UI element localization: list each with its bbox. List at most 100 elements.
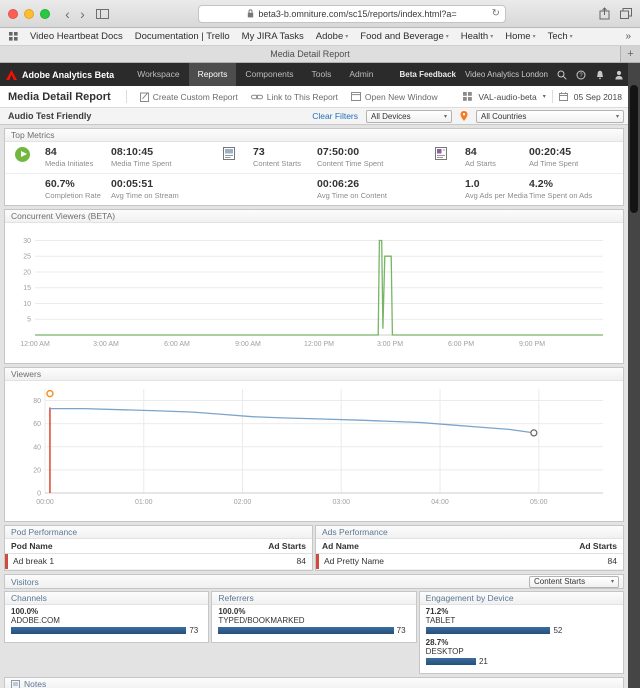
web-page: Adobe Analytics Beta Workspace Reports C… bbox=[0, 63, 640, 688]
svg-text:9:00 AM: 9:00 AM bbox=[235, 341, 261, 348]
close-window-button[interactable] bbox=[8, 8, 18, 19]
create-custom-report-button[interactable]: Create Custom Report bbox=[139, 92, 238, 102]
device-filter-select[interactable]: All Devices ▾ bbox=[366, 109, 452, 123]
concurrent-viewers-chart: 5 10 15 20 25 30 12:00 AM 3:00 AM 6:00 AM 9:00 AM… bbox=[20, 238, 603, 348]
note-icon bbox=[11, 679, 20, 688]
engagement-by-device-panel: Engagement by Device 71.2% TABLET 52 28.… bbox=[418, 591, 624, 674]
minimize-window-button[interactable] bbox=[24, 8, 34, 19]
chevron-down-icon: ▾ bbox=[445, 34, 449, 40]
user-icon[interactable] bbox=[614, 70, 624, 80]
nav-reports[interactable]: Reports bbox=[188, 63, 237, 86]
device-item-tablet: 71.2% TABLET 52 bbox=[425, 607, 563, 635]
bookmark-folder-food-and-beverage[interactable]: Food and Beverage ▾ bbox=[360, 31, 448, 42]
bookmark-folder-tech[interactable]: Tech ▾ bbox=[548, 31, 573, 42]
referrers-panel: Referrers 100.0% TYPED/BOOKMARKED 73 bbox=[211, 591, 417, 643]
country-filter-select[interactable]: All Countries ▾ bbox=[476, 109, 624, 123]
chevron-down-icon: ▾ bbox=[443, 113, 447, 120]
svg-text:3:00 AM: 3:00 AM bbox=[93, 341, 119, 348]
svg-text:04:00: 04:00 bbox=[431, 499, 449, 506]
chevron-down-icon: ▾ bbox=[569, 34, 573, 40]
content-icon bbox=[223, 146, 253, 160]
metric-avg-time-on-content: 00:06:26 Avg Time on Content bbox=[317, 178, 387, 200]
table-header: Ad Name Ad Starts bbox=[316, 539, 623, 554]
bar bbox=[425, 627, 551, 634]
bell-icon[interactable] bbox=[595, 70, 605, 80]
svg-text:05:00: 05:00 bbox=[530, 499, 548, 506]
visitors-header: Visitors Content Starts ▾ bbox=[4, 574, 624, 589]
new-window-icon bbox=[350, 92, 361, 101]
svg-text:3:00 PM: 3:00 PM bbox=[377, 341, 403, 348]
new-tab-button[interactable]: + bbox=[620, 46, 640, 62]
metric-content-time-spent: 07:50:00 Content Time Spent bbox=[317, 146, 384, 168]
svg-text:20: 20 bbox=[23, 269, 31, 276]
reload-icon[interactable]: ↻ bbox=[492, 8, 500, 19]
link-icon bbox=[250, 93, 263, 101]
chevron-down-icon: ▾ bbox=[345, 34, 349, 40]
scrollbar-thumb[interactable] bbox=[630, 85, 638, 213]
edit-report-icon bbox=[139, 92, 149, 102]
sidebar-icon[interactable] bbox=[96, 8, 109, 19]
report-suite-icon bbox=[463, 92, 473, 101]
account-name[interactable]: Video Analytics London bbox=[465, 70, 548, 79]
svg-text:03:00: 03:00 bbox=[333, 499, 351, 506]
open-new-window-button[interactable]: Open New Window bbox=[350, 92, 438, 102]
app-brand: Adobe Analytics Beta bbox=[22, 69, 115, 80]
chevron-down-icon: ▾ bbox=[615, 113, 619, 120]
back-icon[interactable]: ‹ bbox=[60, 7, 75, 21]
bookmark-my-jira-tasks[interactable]: My JIRA Tasks bbox=[242, 31, 304, 42]
nav-tools[interactable]: Tools bbox=[303, 63, 341, 86]
panel-title: Ads Performance bbox=[316, 526, 623, 539]
svg-text:30: 30 bbox=[23, 238, 31, 245]
bookmark-documentation-trello[interactable]: Documentation | Trello bbox=[135, 31, 230, 42]
bookmark-folder-home[interactable]: Home ▾ bbox=[505, 31, 535, 42]
nav-components[interactable]: Components bbox=[236, 63, 302, 86]
nav-admin[interactable]: Admin bbox=[340, 63, 382, 86]
segment-name: Audio Test Friendly bbox=[8, 111, 92, 121]
url-text: beta3-b.omniture.com/sc15/reports/index.… bbox=[258, 8, 457, 19]
bookmark-video-heartbeat-docs[interactable]: Video Heartbeat Docs bbox=[30, 31, 123, 42]
report-title: Media Detail Report bbox=[8, 90, 111, 103]
calendar-icon bbox=[558, 92, 568, 101]
report-suite-selector[interactable]: VAL-audio-beta bbox=[478, 92, 536, 102]
svg-text:6:00 PM: 6:00 PM bbox=[448, 341, 474, 348]
svg-text:01:00: 01:00 bbox=[135, 499, 153, 506]
page-scrollbar[interactable] bbox=[628, 63, 640, 688]
svg-text:12:00 AM: 12:00 AM bbox=[20, 341, 50, 348]
bookmarks-overflow-icon[interactable]: » bbox=[625, 31, 631, 42]
bookmarks-bar: Video Heartbeat Docs Documentation | Tre… bbox=[0, 28, 640, 46]
help-icon[interactable]: ? bbox=[576, 70, 586, 80]
link-to-report-button[interactable]: Link to This Report bbox=[250, 92, 338, 102]
bar bbox=[11, 627, 187, 634]
svg-text:20: 20 bbox=[33, 467, 41, 474]
metric-media-initiates: 84 Media Initiates bbox=[45, 146, 94, 168]
svg-text:12:00 PM: 12:00 PM bbox=[304, 341, 334, 348]
tabs-overview-icon[interactable] bbox=[620, 8, 632, 19]
panel-title: Top Metrics bbox=[5, 129, 623, 142]
panel-title: Referrers bbox=[212, 592, 416, 605]
clear-filters-link[interactable]: Clear Filters bbox=[312, 111, 358, 121]
table-header: Pod Name Ad Starts bbox=[5, 539, 312, 554]
pod-performance-panel: Pod Performance Pod Name Ad Starts Ad bre… bbox=[4, 525, 313, 571]
search-icon[interactable] bbox=[557, 70, 567, 80]
favorites-grid-icon[interactable] bbox=[9, 32, 18, 41]
bookmark-folder-health[interactable]: Health ▾ bbox=[461, 31, 493, 42]
forward-icon[interactable]: › bbox=[75, 7, 90, 21]
metric-ad-starts: 84 Ad Starts bbox=[465, 146, 496, 168]
top-metrics-panel: Top Metrics 84 Media Initiates 08:10:45 Me… bbox=[4, 128, 624, 206]
nav-workspace[interactable]: Workspace bbox=[128, 63, 188, 86]
browser-tab[interactable]: Media Detail Report bbox=[0, 46, 620, 62]
beta-feedback-link[interactable]: Beta Feedback bbox=[400, 70, 456, 79]
svg-text:9:00 PM: 9:00 PM bbox=[519, 341, 545, 348]
panel-title: Pod Performance bbox=[5, 526, 312, 539]
metric-ad-time-spent: 00:20:45 Ad Time Spent bbox=[529, 146, 579, 168]
device-item-desktop: 28.7% DESKTOP 21 bbox=[425, 638, 488, 666]
share-icon[interactable] bbox=[599, 7, 610, 20]
report-toolbar: Media Detail Report Create Custom Report… bbox=[0, 86, 640, 108]
zoom-window-button[interactable] bbox=[40, 8, 50, 19]
bookmark-folder-adobe[interactable]: Adobe ▾ bbox=[316, 31, 349, 42]
ad-icon bbox=[435, 146, 465, 160]
address-bar[interactable]: beta3-b.omniture.com/sc15/reports/index.… bbox=[198, 4, 506, 23]
location-pin-icon bbox=[460, 111, 468, 121]
date-selector[interactable]: 05 Sep 2018 bbox=[574, 92, 622, 102]
visitors-metric-select[interactable]: Content Starts ▾ bbox=[529, 575, 619, 588]
